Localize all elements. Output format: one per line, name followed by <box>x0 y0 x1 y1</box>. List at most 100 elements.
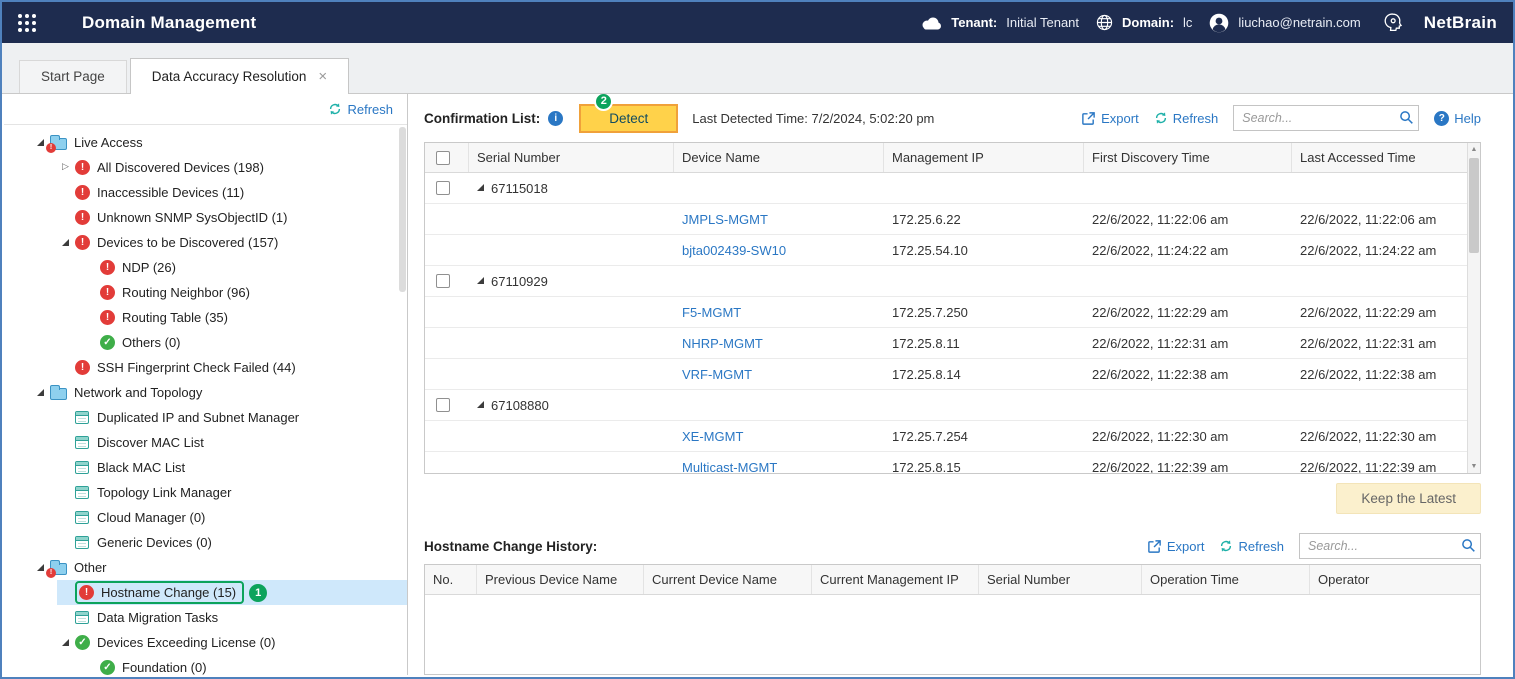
serial-number: 67110929 <box>491 274 548 289</box>
management-ip-cell: 172.25.8.15 <box>884 452 1084 474</box>
device-row[interactable]: JMPLS-MGMT172.25.6.2222/6/2022, 11:22:06… <box>425 204 1467 235</box>
tenant-value[interactable]: Initial Tenant <box>1006 15 1079 30</box>
sidebar-item[interactable]: Duplicated IP and Subnet Manager <box>4 405 407 430</box>
sidebar-item[interactable]: !Inaccessible Devices (11) <box>4 180 407 205</box>
column-header[interactable]: Operator <box>1310 565 1480 594</box>
sidebar-item[interactable]: Cloud Manager (0) <box>4 505 407 530</box>
help-button[interactable]: ? Help <box>1434 111 1481 126</box>
sidebar-item[interactable]: ✓Foundation (0) <box>4 655 407 675</box>
column-header[interactable]: Last Accessed Time <box>1292 143 1467 172</box>
search-input[interactable] <box>1233 105 1419 131</box>
device-row[interactable]: VRF-MGMT172.25.8.1422/6/2022, 11:22:38 a… <box>425 359 1467 390</box>
serial-group-row[interactable]: 67115018 <box>425 173 1467 204</box>
column-header[interactable]: Serial Number <box>979 565 1142 594</box>
column-header[interactable]: No. <box>425 565 477 594</box>
select-all-checkbox[interactable] <box>436 151 450 165</box>
apps-grid-icon[interactable] <box>18 14 36 32</box>
sidebar-item[interactable]: Black MAC List <box>4 455 407 480</box>
column-header[interactable]: Current Device Name <box>644 565 812 594</box>
column-header[interactable]: Current Management IP <box>812 565 979 594</box>
sidebar-item[interactable]: !All Discovered Devices (198) <box>4 155 407 180</box>
collapse-triangle-icon[interactable] <box>477 184 484 191</box>
refresh-button[interactable]: Refresh <box>1154 111 1219 126</box>
table-scrollbar[interactable]: ▲ ▼ <box>1467 143 1480 473</box>
device-name-link[interactable]: XE-MGMT <box>682 429 743 444</box>
sidebar-item[interactable]: Other <box>4 555 407 580</box>
sidebar-item[interactable]: Generic Devices (0) <box>4 530 407 555</box>
domain-label: Domain: <box>1122 15 1174 30</box>
collapse-triangle-icon[interactable] <box>477 401 484 408</box>
history-refresh-button[interactable]: Refresh <box>1219 539 1284 554</box>
sidebar-item[interactable]: Topology Link Manager <box>4 480 407 505</box>
device-row[interactable]: NHRP-MGMT172.25.8.1122/6/2022, 11:22:31 … <box>425 328 1467 359</box>
row-checkbox[interactable] <box>436 274 450 288</box>
device-name-link[interactable]: F5-MGMT <box>682 305 741 320</box>
column-header[interactable]: Previous Device Name <box>477 565 644 594</box>
device-row[interactable]: bjta002439-SW10172.25.54.1022/6/2022, 11… <box>425 235 1467 266</box>
serial-number: 67115018 <box>491 181 548 196</box>
column-header[interactable]: Management IP <box>884 143 1084 172</box>
history-search-input[interactable] <box>1299 533 1481 559</box>
first-discovery-time-cell: 22/6/2022, 11:22:29 am <box>1084 297 1292 327</box>
detect-button[interactable]: Detect <box>579 104 678 133</box>
info-icon[interactable]: i <box>548 111 563 126</box>
search-icon[interactable] <box>1461 538 1476 556</box>
keep-the-latest-button[interactable]: Keep the Latest <box>1336 483 1481 514</box>
export-button[interactable]: Export <box>1081 111 1139 126</box>
expander-spacer <box>59 485 75 501</box>
device-name-link[interactable]: VRF-MGMT <box>682 367 752 382</box>
tab-data-accuracy-resolution[interactable]: Data Accuracy Resolution × <box>130 58 349 94</box>
sidebar-item[interactable]: ✓Devices Exceeding License (0) <box>4 630 407 655</box>
serial-group-row[interactable]: 67108880 <box>425 390 1467 421</box>
alert-icon: ! <box>100 260 115 275</box>
column-header[interactable]: Operation Time <box>1142 565 1310 594</box>
sidebar-item[interactable]: ! NDP (26) <box>4 255 407 280</box>
column-header[interactable]: Serial Number <box>469 143 674 172</box>
device-row[interactable]: F5-MGMT172.25.7.25022/6/2022, 11:22:29 a… <box>425 297 1467 328</box>
device-name-link[interactable]: NHRP-MGMT <box>682 336 763 351</box>
scrollbar-thumb[interactable] <box>1469 158 1479 253</box>
device-name-link[interactable]: bjta002439-SW10 <box>682 243 786 258</box>
last-accessed-time-cell: 22/6/2022, 11:22:38 am <box>1292 359 1467 389</box>
sidebar-item[interactable]: !Routing Neighbor (96) <box>4 280 407 305</box>
device-row[interactable]: Multicast-MGMT172.25.8.1522/6/2022, 11:2… <box>425 452 1467 474</box>
sidebar-item-label: NDP (26) <box>122 260 176 275</box>
column-header[interactable]: First Discovery Time <box>1084 143 1292 172</box>
device-name-link[interactable]: Multicast-MGMT <box>682 460 777 475</box>
user-email[interactable]: liuchao@netrain.com <box>1238 15 1360 30</box>
column-header[interactable]: Device Name <box>674 143 884 172</box>
assistant-icon[interactable] <box>1384 12 1405 33</box>
device-name-link[interactable]: JMPLS-MGMT <box>682 212 768 227</box>
sidebar-item[interactable]: !SSH Fingerprint Check Failed (44) <box>4 355 407 380</box>
sidebar-refresh-button[interactable]: Refresh <box>328 102 393 117</box>
tab-start-page[interactable]: Start Page <box>19 60 127 93</box>
row-checkbox[interactable] <box>436 398 450 412</box>
sidebar-scrollbar[interactable] <box>399 127 406 673</box>
sidebar-item[interactable]: Data Migration Tasks <box>4 605 407 630</box>
sidebar-item[interactable]: ✓Others (0) <box>4 330 407 355</box>
expander-expanded-icon[interactable] <box>59 235 75 251</box>
serial-number: 67108880 <box>491 398 549 413</box>
user-avatar-icon[interactable] <box>1209 13 1229 33</box>
sidebar-item[interactable]: Network and Topology <box>4 380 407 405</box>
history-export-button[interactable]: Export <box>1147 539 1205 554</box>
scroll-down-icon[interactable]: ▼ <box>1468 460 1480 473</box>
search-icon[interactable] <box>1399 110 1414 128</box>
sidebar-item[interactable]: Discover MAC List <box>4 430 407 455</box>
globe-icon <box>1096 14 1113 31</box>
collapse-triangle-icon[interactable] <box>477 277 484 284</box>
row-checkbox[interactable] <box>436 181 450 195</box>
expander-collapsed-icon[interactable] <box>59 160 75 176</box>
scroll-up-icon[interactable]: ▲ <box>1468 143 1480 156</box>
expander-expanded-icon[interactable] <box>34 385 50 401</box>
sidebar-item[interactable]: !Devices to be Discovered (157) <box>4 230 407 255</box>
sidebar-item[interactable]: !Unknown SNMP SysObjectID (1) <box>4 205 407 230</box>
device-row[interactable]: XE-MGMT172.25.7.25422/6/2022, 11:22:30 a… <box>425 421 1467 452</box>
sidebar-item[interactable]: !Routing Table (35) <box>4 305 407 330</box>
expander-expanded-icon[interactable] <box>59 635 75 651</box>
close-icon[interactable]: × <box>318 68 327 85</box>
sidebar-item[interactable]: !Hostname Change (15)1 <box>4 580 407 605</box>
sidebar-item[interactable]: Live Access <box>4 130 407 155</box>
serial-group-row[interactable]: 67110929 <box>425 266 1467 297</box>
domain-value[interactable]: lc <box>1183 15 1192 30</box>
